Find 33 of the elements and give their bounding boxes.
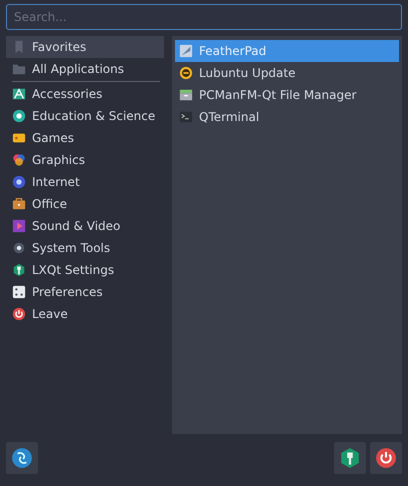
category-item[interactable]: Games bbox=[6, 127, 164, 149]
app-item[interactable]: QTerminal bbox=[175, 106, 399, 128]
category-item[interactable]: Graphics bbox=[6, 149, 164, 171]
power-button[interactable] bbox=[370, 442, 402, 474]
gamepad-icon bbox=[12, 131, 26, 145]
category-item[interactable]: System Tools bbox=[6, 237, 164, 259]
category-item[interactable]: Office bbox=[6, 193, 164, 215]
search-field[interactable]: Search... bbox=[6, 4, 402, 30]
dice-icon bbox=[12, 285, 26, 299]
sidebar-item[interactable]: All Applications bbox=[6, 58, 164, 80]
wrench-icon bbox=[339, 447, 361, 469]
category-item[interactable]: Internet bbox=[6, 171, 164, 193]
app-item[interactable]: Lubuntu Update bbox=[175, 62, 399, 84]
category-item[interactable]: Sound & Video bbox=[6, 215, 164, 237]
category-item[interactable]: LXQt Settings bbox=[6, 259, 164, 281]
briefcase-icon bbox=[12, 197, 26, 211]
menu-button[interactable] bbox=[6, 442, 38, 474]
terminal-icon bbox=[179, 110, 193, 124]
power-icon bbox=[12, 307, 26, 321]
palette-icon bbox=[12, 153, 26, 167]
power-icon bbox=[375, 447, 397, 469]
category-item[interactable]: Leave bbox=[6, 303, 164, 325]
app-item[interactable]: PCManFM-Qt File Manager bbox=[175, 84, 399, 106]
sidebar-item[interactable]: Favorites bbox=[6, 36, 164, 58]
settings-button[interactable] bbox=[334, 442, 366, 474]
wrench-icon bbox=[12, 263, 26, 277]
category-item[interactable]: Accessories bbox=[6, 83, 164, 105]
category-item[interactable]: Preferences bbox=[6, 281, 164, 303]
folder-icon bbox=[12, 62, 26, 76]
update-icon bbox=[179, 66, 193, 80]
category-item[interactable]: Education & Science bbox=[6, 105, 164, 127]
swirl-logo-icon bbox=[11, 447, 33, 469]
file-cabinet-icon bbox=[179, 88, 193, 102]
